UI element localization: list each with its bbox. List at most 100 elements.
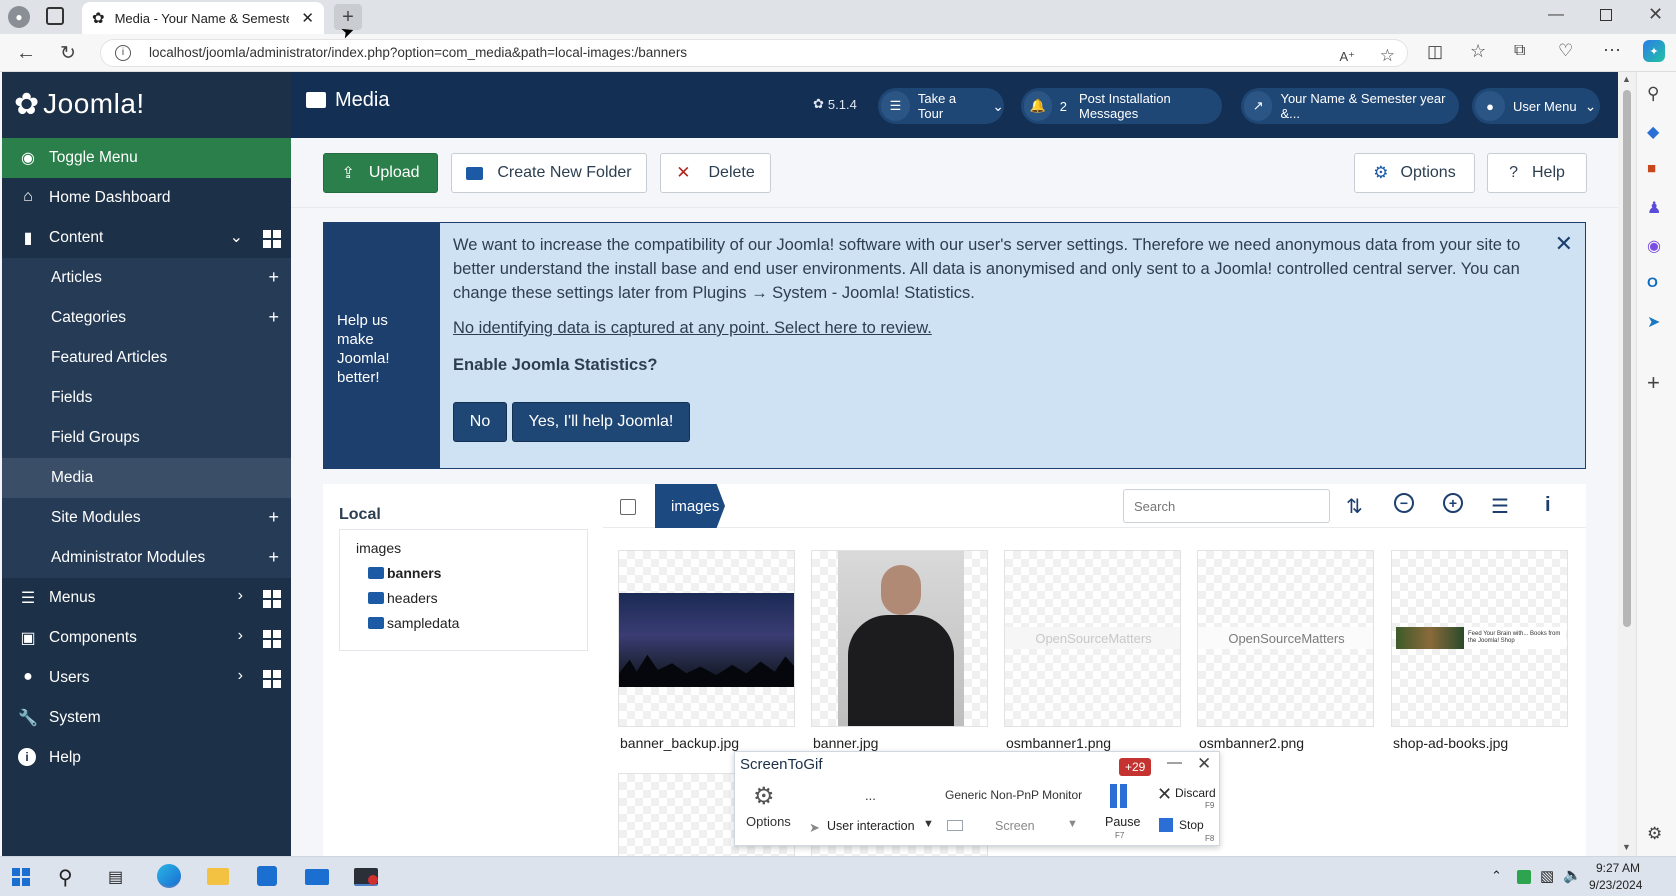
send-icon[interactable]: ➤ bbox=[1647, 312, 1660, 332]
settings-icon[interactable]: ⚙ bbox=[1647, 824, 1662, 844]
chevron-right-icon[interactable]: › bbox=[238, 587, 243, 605]
store-icon[interactable] bbox=[257, 866, 277, 886]
browser-tab-active[interactable]: ✿ Media - Your Name & Semester y ✕ bbox=[82, 2, 324, 34]
task-view-icon[interactable]: ▤ bbox=[108, 867, 123, 887]
sort-icon[interactable]: ⇅ bbox=[1346, 494, 1363, 519]
read-aloud-icon[interactable]: A⁺ bbox=[1339, 44, 1355, 70]
scroll-down-icon[interactable]: ▼ bbox=[1622, 842, 1631, 852]
dashboard-grid-icon[interactable] bbox=[263, 230, 281, 248]
add-icon[interactable]: + bbox=[1647, 370, 1660, 396]
sidebar-item-help[interactable]: i Help bbox=[2, 738, 291, 778]
outlook-icon[interactable]: O bbox=[1647, 274, 1658, 290]
discard-icon[interactable]: ✕ bbox=[1157, 784, 1172, 805]
s2g-stop-label[interactable]: Stop bbox=[1179, 818, 1204, 832]
back-icon[interactable]: ← bbox=[16, 42, 36, 65]
dashboard-grid-icon[interactable] bbox=[263, 670, 281, 688]
clock-time[interactable]: 9:27 AM bbox=[1596, 861, 1640, 875]
take-tour-button[interactable]: ☰ Take a Tour ⌄ bbox=[878, 88, 1004, 124]
sidebar-item-categories[interactable]: Categories + bbox=[2, 298, 291, 338]
sidebar-item-field-groups[interactable]: Field Groups bbox=[2, 418, 291, 458]
s2g-pause-label[interactable]: Pause bbox=[1105, 815, 1140, 829]
sidebar-item-featured[interactable]: Featured Articles bbox=[2, 338, 291, 378]
browser-essentials-icon[interactable]: ♡ bbox=[1558, 41, 1573, 61]
sidebar-item-fields[interactable]: Fields bbox=[2, 378, 291, 418]
favorites-icon[interactable]: ☆ bbox=[1470, 41, 1486, 62]
sidebar-item-site-modules[interactable]: Site Modules + bbox=[2, 498, 291, 538]
s2g-discard-label[interactable]: Discard bbox=[1175, 786, 1216, 800]
chevron-down-icon[interactable]: ▼ bbox=[1067, 818, 1078, 830]
stats-review-link[interactable]: No identifying data is captured at any p… bbox=[453, 316, 932, 340]
games-icon[interactable]: ♟ bbox=[1647, 198, 1661, 218]
copilot-icon[interactable]: ✦ bbox=[1643, 40, 1665, 62]
split-screen-icon[interactable]: ◫ bbox=[1427, 42, 1443, 62]
page-scrollbar[interactable]: ▲ ▼ bbox=[1618, 72, 1636, 856]
sidebar-item-home[interactable]: ⌂ Home Dashboard bbox=[2, 178, 291, 218]
sidebar-item-content[interactable]: ▮ Content ⌄ bbox=[2, 218, 291, 258]
upload-button[interactable]: ⇪ Upload bbox=[323, 153, 438, 193]
s2g-mode-select[interactable]: User interaction bbox=[827, 819, 915, 833]
chevron-right-icon[interactable]: › bbox=[238, 667, 243, 685]
tree-folder-banners[interactable]: banners bbox=[368, 565, 441, 581]
breadcrumb[interactable]: images bbox=[655, 484, 725, 528]
close-icon[interactable]: ✕ bbox=[1197, 754, 1211, 774]
options-button[interactable]: ⚙ Options bbox=[1354, 153, 1475, 193]
add-site-module-icon[interactable]: + bbox=[268, 507, 279, 528]
search-input[interactable] bbox=[1123, 489, 1330, 523]
chevron-up-icon[interactable]: ⌃ bbox=[1491, 868, 1502, 884]
dashboard-grid-icon[interactable] bbox=[263, 630, 281, 648]
profile-icon[interactable]: ● bbox=[8, 6, 30, 28]
media-item-osmbanner1[interactable]: OpenSourceMatters bbox=[1004, 550, 1181, 727]
search-icon[interactable]: ⚲ bbox=[1647, 84, 1659, 104]
tools-icon[interactable]: ■ bbox=[1647, 160, 1656, 177]
volume-icon[interactable]: 🔈 bbox=[1563, 866, 1582, 884]
zoom-out-icon[interactable]: − bbox=[1394, 493, 1414, 513]
add-category-icon[interactable]: + bbox=[268, 307, 279, 328]
file-explorer-icon[interactable] bbox=[207, 868, 229, 885]
sidebar-item-admin-modules[interactable]: Administrator Modules + bbox=[2, 538, 291, 578]
favorite-star-icon[interactable]: ☆ bbox=[1380, 43, 1395, 69]
tray-app-icon[interactable] bbox=[1517, 870, 1531, 884]
select-all-checkbox[interactable] bbox=[620, 499, 636, 515]
m365-icon[interactable]: ◉ bbox=[1647, 236, 1661, 256]
add-admin-module-icon[interactable]: + bbox=[268, 547, 279, 568]
sidebar-toggle-menu[interactable]: ◉ Toggle Menu bbox=[2, 138, 291, 178]
scroll-up-icon[interactable]: ▲ bbox=[1622, 74, 1631, 84]
restore-icon[interactable] bbox=[1600, 9, 1612, 21]
dashboard-grid-icon[interactable] bbox=[263, 590, 281, 608]
add-article-icon[interactable]: + bbox=[268, 267, 279, 288]
collections-icon[interactable]: ⧉ bbox=[1514, 42, 1525, 60]
chevron-right-icon[interactable]: › bbox=[238, 627, 243, 645]
tree-folder-sampledata[interactable]: sampledata bbox=[368, 615, 459, 631]
tree-folder-headers[interactable]: headers bbox=[368, 590, 438, 606]
scroll-thumb[interactable] bbox=[1623, 90, 1631, 627]
s2g-screen-select[interactable]: Screen bbox=[995, 819, 1035, 833]
help-button[interactable]: ? Help bbox=[1487, 153, 1587, 193]
media-item-shop-ad-books[interactable]: Feed Your Brain with... Books from the J… bbox=[1391, 550, 1568, 727]
delete-button[interactable]: ✕ Delete bbox=[660, 153, 771, 193]
network-icon[interactable]: ▧ bbox=[1540, 867, 1554, 885]
tree-root[interactable]: images bbox=[356, 540, 401, 556]
sidebar-item-menus[interactable]: ☰ Menus › bbox=[2, 578, 291, 618]
windows-start-icon[interactable] bbox=[12, 868, 30, 886]
url-field[interactable]: i localhost/joomla/administrator/index.p… bbox=[100, 39, 1408, 67]
create-folder-button[interactable]: Create New Folder bbox=[451, 153, 647, 193]
site-info-icon[interactable]: i bbox=[115, 45, 131, 61]
tab-actions-icon[interactable] bbox=[46, 7, 64, 25]
s2g-more-label[interactable]: ... bbox=[865, 788, 876, 803]
media-item-osmbanner2[interactable]: OpenSourceMatters bbox=[1197, 550, 1374, 727]
shopping-icon[interactable]: ◆ bbox=[1647, 122, 1659, 142]
mail-icon[interactable] bbox=[305, 869, 329, 885]
s2g-options-label[interactable]: Options bbox=[746, 814, 791, 829]
edge-icon[interactable] bbox=[157, 864, 181, 888]
clock-date[interactable]: 9/23/2024 bbox=[1589, 878, 1642, 892]
sidebar-item-users[interactable]: ● Users › bbox=[2, 658, 291, 698]
settings-more-icon[interactable]: ⋯ bbox=[1603, 40, 1621, 61]
media-item-banner[interactable] bbox=[811, 550, 988, 727]
gear-icon[interactable]: ⚙ bbox=[753, 782, 775, 811]
search-icon[interactable]: ⚲ bbox=[58, 865, 73, 890]
sidebar-item-articles[interactable]: Articles + bbox=[2, 258, 291, 298]
stop-icon[interactable] bbox=[1159, 818, 1173, 832]
info-icon[interactable]: i bbox=[1545, 494, 1551, 517]
sidebar-item-components[interactable]: ▣ Components › bbox=[2, 618, 291, 658]
pause-icon[interactable] bbox=[1110, 784, 1117, 808]
